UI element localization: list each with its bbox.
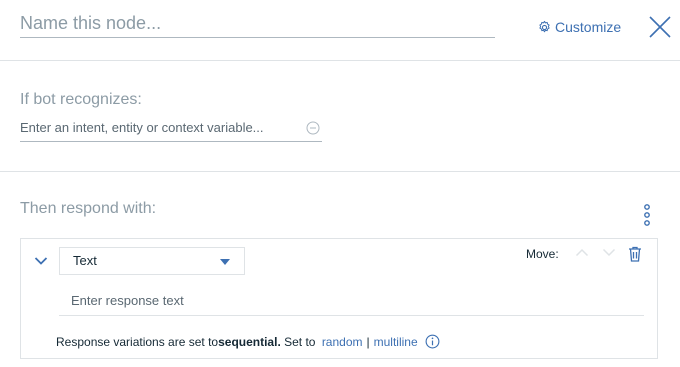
- condition-label: If bot recognizes:: [20, 91, 142, 108]
- gear-icon: [539, 20, 550, 32]
- move-down-icon[interactable]: [602, 248, 616, 257]
- random-link[interactable]: random: [322, 335, 363, 349]
- variation-separator: |: [366, 334, 370, 349]
- caret-down-icon: [220, 259, 230, 265]
- customize-label: Customize: [555, 19, 622, 35]
- condition-input[interactable]: Enter an intent, entity or context varia…: [20, 118, 322, 142]
- variation-set-to: Set to: [280, 334, 319, 349]
- condition-section: If bot recognizes: Enter an intent, enti…: [0, 62, 680, 172]
- trash-icon[interactable]: [628, 246, 642, 262]
- move-up-icon[interactable]: [575, 248, 589, 257]
- response-type-select[interactable]: Text: [59, 247, 245, 275]
- move-label: Move:: [526, 247, 559, 261]
- response-box: Text Move: Enter response text Response …: [20, 238, 658, 359]
- node-name-input[interactable]: Name this node...: [20, 10, 495, 38]
- customize-button[interactable]: Customize: [537, 18, 621, 36]
- multiline-link[interactable]: multiline: [374, 335, 418, 349]
- response-text-input[interactable]: Enter response text: [59, 281, 644, 316]
- remove-condition-icon[interactable]: [306, 121, 320, 135]
- info-icon[interactable]: [425, 334, 440, 349]
- chevron-down-icon[interactable]: [34, 256, 48, 266]
- variation-mode: sequential.: [218, 334, 281, 349]
- node-header: Name this node... Customize: [0, 0, 680, 61]
- response-type-value: Text: [73, 253, 97, 268]
- variation-settings: Response variations are set to sequentia…: [56, 334, 440, 349]
- close-icon[interactable]: [648, 15, 672, 39]
- response-label: Then respond with:: [20, 200, 157, 217]
- condition-placeholder: Enter an intent, entity or context varia…: [20, 120, 264, 135]
- overflow-menu-icon[interactable]: [641, 204, 653, 226]
- variation-prefix: Response variations are set to: [56, 334, 219, 349]
